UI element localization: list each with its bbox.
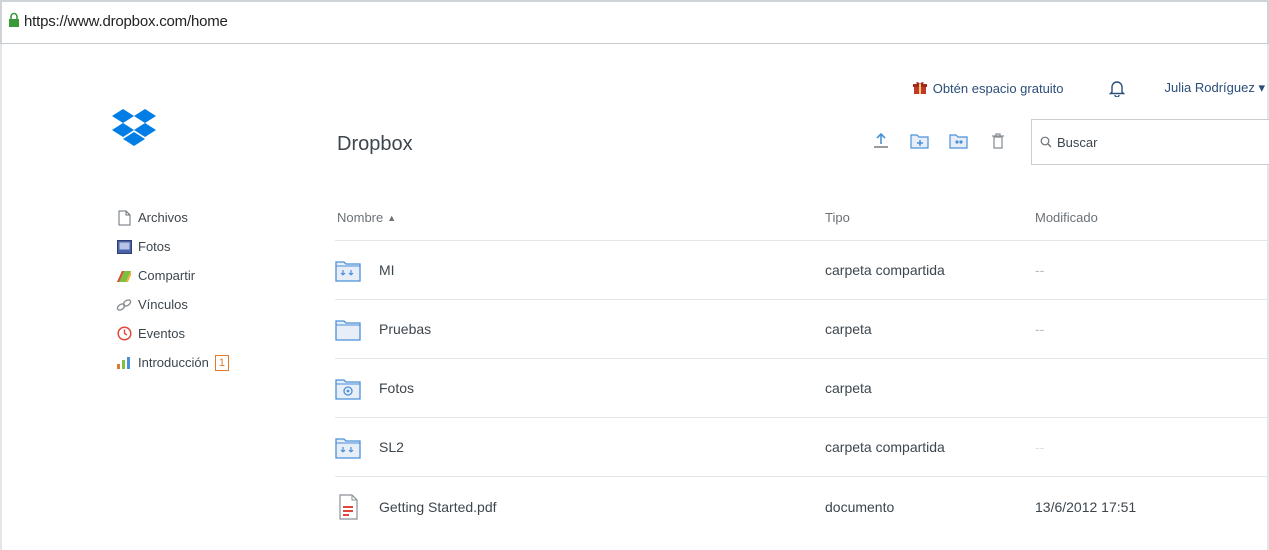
search-icon <box>1040 136 1052 148</box>
shared-folder-icon <box>335 261 361 282</box>
file-name: MI <box>379 262 395 278</box>
search-box[interactable] <box>1031 119 1269 165</box>
file-type-cell: documento <box>825 498 895 515</box>
table-row[interactable]: Pruebas carpeta -- <box>335 300 1269 359</box>
new-folder-icon[interactable] <box>909 130 931 152</box>
file-name-cell: Pruebas <box>335 316 825 342</box>
file-type-cell: carpeta <box>825 380 872 396</box>
sidebar-item-links[interactable]: Vínculos <box>116 290 316 319</box>
share-icon <box>116 268 132 284</box>
dropbox-logo-icon[interactable] <box>111 108 157 152</box>
photos-icon <box>116 239 132 255</box>
file-name-cell: Getting Started.pdf <box>335 493 825 520</box>
sort-ascending-icon: ▲ <box>387 212 397 223</box>
intro-icon <box>116 355 132 371</box>
url-text[interactable]: https://www.dropbox.com/home <box>24 13 228 30</box>
sidebar-item-label: Compartir <box>138 268 196 283</box>
file-icon <box>116 210 132 226</box>
link-icon <box>116 297 132 313</box>
sidebar-item-label: Fotos <box>138 239 171 254</box>
file-toolbar <box>870 130 1026 152</box>
file-name-cell: Fotos <box>335 375 825 401</box>
file-list-table: Nombre ▲ Tipo Modificado MI carpeta comp… <box>335 195 1269 536</box>
sidebar-nav: Archivos Fotos Compartir Vínculos Evento… <box>116 203 316 377</box>
shared-folder-icon <box>335 438 361 459</box>
upload-icon[interactable] <box>870 130 892 152</box>
browser-url-bar[interactable]: https://www.dropbox.com/home <box>0 0 1269 44</box>
column-header-modified[interactable]: Modificado <box>1035 210 1269 225</box>
file-name: SL2 <box>379 439 404 455</box>
bell-icon[interactable] <box>1108 79 1125 97</box>
secure-lock-icon <box>9 12 19 27</box>
file-name: Getting Started.pdf <box>379 498 497 515</box>
sidebar-item-intro[interactable]: Introducción 1 <box>116 348 316 377</box>
table-row[interactable]: Getting Started.pdf documento 13/6/2012 … <box>335 477 1269 536</box>
sidebar-item-share[interactable]: Compartir <box>116 261 316 290</box>
column-header-type[interactable]: Tipo <box>825 210 1035 225</box>
gift-icon <box>912 82 927 94</box>
pdf-file-icon <box>339 493 358 520</box>
notification-badge: 1 <box>214 354 229 371</box>
file-modified-cell: -- <box>1035 321 1045 337</box>
file-modified-cell: -- <box>1035 439 1045 455</box>
sidebar-item-label: Introducción <box>138 355 209 370</box>
sidebar-item-photos[interactable]: Fotos <box>116 232 316 261</box>
sidebar-item-label: Archivos <box>138 210 188 225</box>
file-name: Pruebas <box>379 321 432 337</box>
sidebar-item-label: Vínculos <box>138 297 188 312</box>
file-modified-cell: -- <box>1035 262 1045 278</box>
table-row[interactable]: MI carpeta compartida -- <box>335 241 1269 300</box>
file-name-cell: MI <box>335 257 825 283</box>
table-header: Nombre ▲ Tipo Modificado <box>335 195 1269 241</box>
folder-icon <box>335 320 361 341</box>
user-menu[interactable]: Julia Rodríguez ▾ <box>1165 80 1265 96</box>
file-type-cell: carpeta compartida <box>825 262 945 278</box>
table-row[interactable]: Fotos carpeta <box>335 359 1269 418</box>
sidebar-item-files[interactable]: Archivos <box>116 203 316 232</box>
sidebar-item-label: Eventos <box>138 326 185 341</box>
table-row[interactable]: SL2 carpeta compartida -- <box>335 418 1269 477</box>
column-header-name[interactable]: Nombre ▲ <box>335 210 825 225</box>
file-name: Fotos <box>379 380 415 396</box>
clock-icon <box>116 326 132 342</box>
frame-left-border <box>0 44 2 550</box>
photos-folder-icon <box>335 379 361 400</box>
search-input[interactable] <box>1057 134 1257 150</box>
page-title: Dropbox <box>337 133 413 155</box>
free-space-label: Obtén espacio gratuito <box>932 80 1064 96</box>
shared-folder-toolbar-icon[interactable] <box>948 130 970 152</box>
file-type-cell: carpeta <box>825 321 872 337</box>
file-name-cell: SL2 <box>335 434 825 460</box>
sidebar-item-events[interactable]: Eventos <box>116 319 316 348</box>
file-modified-cell: 13/6/2012 17:51 <box>1035 498 1137 515</box>
free-space-link[interactable]: Obtén espacio gratuito <box>912 80 1064 96</box>
file-type-cell: carpeta compartida <box>825 439 945 455</box>
account-bar: Obtén espacio gratuito Julia Rodríguez ▾ <box>912 76 1269 100</box>
delete-icon[interactable] <box>987 130 1009 152</box>
